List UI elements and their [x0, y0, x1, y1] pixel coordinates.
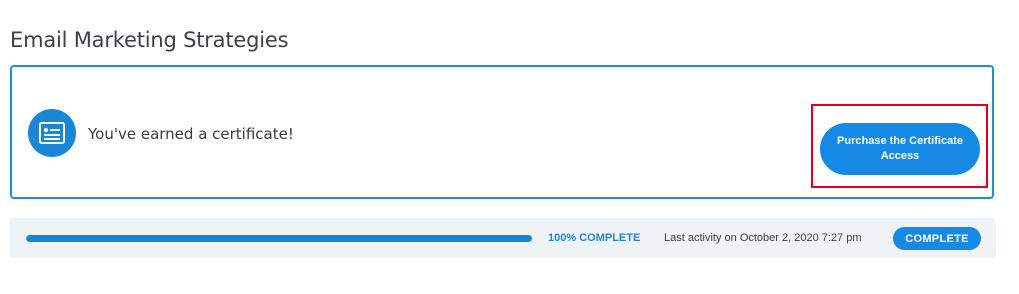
certificate-card: You've earned a certificate! Purchase th… — [10, 65, 994, 199]
progress-bar — [26, 235, 532, 242]
progress-bar-fill — [26, 235, 532, 242]
progress-label: 100% COMPLETE — [548, 232, 641, 244]
status-badge: COMPLETE — [893, 227, 981, 250]
certificate-icon-glyph — [39, 122, 65, 144]
page-title: Email Marketing Strategies — [10, 28, 289, 53]
purchase-certificate-button[interactable]: Purchase the Certificate Access — [820, 123, 980, 175]
certificate-message: You've earned a certificate! — [88, 125, 294, 143]
certificate-icon — [28, 109, 76, 157]
last-activity-text: Last activity on October 2, 2020 7:27 pm — [664, 232, 862, 244]
progress-row: 100% COMPLETE Last activity on October 2… — [10, 218, 996, 258]
